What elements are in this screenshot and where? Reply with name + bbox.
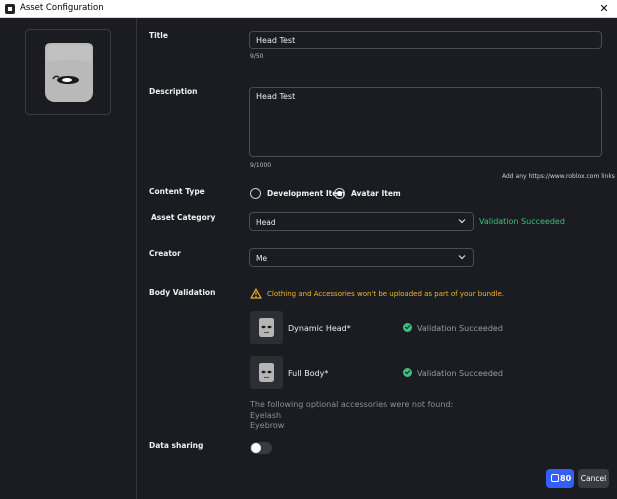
cancel-button[interactable]: Cancel [578,469,609,488]
window-titlebar: Asset Configuration ✕ [0,0,617,18]
head-image [259,363,274,382]
asset-category-status: Validation Succeeded [479,217,565,226]
full-body-status: Validation Succeeded [417,369,503,378]
price-amount: 80 [560,473,572,483]
full-body-name: Full Body* [288,369,329,378]
panel-divider [136,18,137,499]
data-sharing-toggle[interactable] [250,442,272,454]
missing-accessories-heading: The following optional accessories were … [250,400,454,409]
chevron-down-icon [458,219,466,224]
creator-label: Creator [149,249,181,258]
asset-category-label: Asset Category [151,213,216,222]
title-input[interactable]: Head Test [249,31,602,49]
dynamic-head-name: Dynamic Head* [288,324,351,333]
creator-dropdown[interactable]: Me [249,248,474,267]
full-body-thumbnail [250,356,283,389]
asset-category-dropdown[interactable]: Head [249,212,474,231]
dynamic-head-thumbnail [250,311,283,344]
missing-accessory-item: Eyelash [250,410,282,420]
chevron-down-icon [458,255,466,260]
data-sharing-label: Data sharing [149,441,204,450]
body-validation-label: Body Validation [149,288,216,297]
content-type-label: Content Type [149,187,205,196]
description-counter: 9/1000 [250,162,272,169]
warning-icon [250,288,262,299]
roblox-studio-icon [5,4,15,14]
body-validation-warning: Clothing and Accessories won't be upload… [267,290,505,298]
description-label: Description [149,87,198,96]
head-preview-image [45,43,93,102]
close-icon[interactable]: ✕ [597,1,611,17]
asset-thumbnail [25,29,111,115]
creator-value: Me [256,254,268,263]
robux-icon [551,474,559,482]
title-counter: 9/50 [250,53,264,60]
asset-category-value: Head [256,218,276,227]
dynamic-head-status: Validation Succeeded [417,324,503,333]
missing-accessories-note: The following optional accessories were … [250,400,453,432]
radio-avatar-item-label: Avatar Item [351,189,401,198]
check-circle-icon [403,323,412,332]
head-image [259,318,274,337]
missing-accessory-item: Eyebrow [250,421,285,430]
toggle-knob [251,443,261,453]
title-label: Title [149,31,168,40]
description-textarea[interactable]: Head Test [249,87,602,157]
description-hint: Add any https://www.roblox.com links [502,173,615,180]
radio-development-item[interactable] [250,188,261,199]
check-circle-icon [403,368,412,377]
purchase-upload-button[interactable]: 80 [546,469,574,488]
radio-avatar-item[interactable] [334,188,345,199]
window-title: Asset Configuration [20,3,104,13]
